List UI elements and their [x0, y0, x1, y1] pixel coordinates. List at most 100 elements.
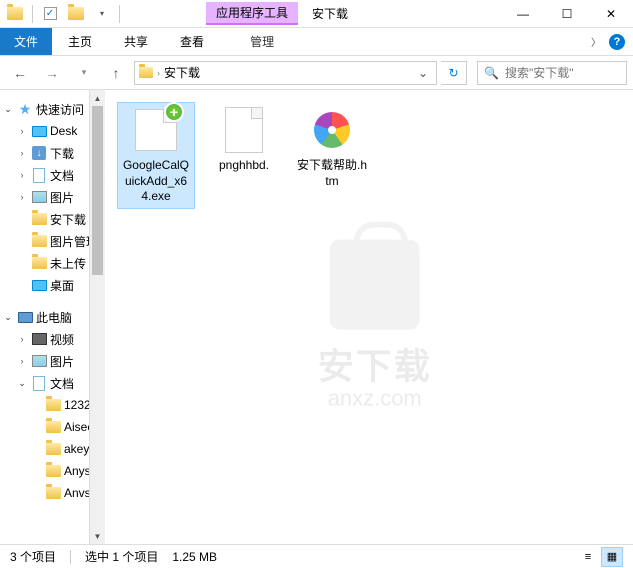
folder-icon [44, 397, 62, 413]
status-size: 1.25 MB [172, 550, 217, 564]
picture-icon [30, 353, 48, 369]
folder-icon [44, 485, 62, 501]
view-tab[interactable]: 查看 [164, 28, 220, 55]
tree-label: Desk [50, 124, 77, 138]
expand-icon[interactable]: › [16, 170, 28, 180]
close-button[interactable]: ✕ [589, 0, 633, 28]
expand-icon[interactable]: › [16, 356, 28, 366]
icons-view-button[interactable]: ▦ [601, 547, 623, 567]
document-icon [30, 167, 48, 183]
scroll-thumb[interactable] [92, 106, 103, 275]
expand-icon[interactable]: › [16, 126, 28, 136]
scroll-track[interactable] [90, 106, 105, 528]
history-dropdown[interactable]: ▾ [70, 59, 98, 87]
back-button[interactable]: ← [6, 59, 34, 87]
status-separator [70, 550, 71, 564]
manage-tab[interactable]: 管理 [234, 28, 290, 55]
content-area[interactable]: 安下载 anxz.com + GoogleCalQuickAdd_x64.exe… [105, 90, 633, 544]
chevron-right-icon: › [157, 68, 160, 78]
home-tab[interactable]: 主页 [52, 28, 108, 55]
help-icon[interactable]: ? [609, 34, 625, 50]
tree-label: 快速访问 [36, 101, 84, 118]
nav-scrollbar[interactable]: ▲ ▼ [89, 90, 105, 544]
star-icon: ★ [16, 101, 34, 117]
qat-dropdown[interactable]: ▾ [91, 3, 113, 25]
qat-separator-2 [119, 5, 120, 23]
file-tab[interactable]: 文件 [0, 28, 52, 55]
desktop-icon [30, 277, 48, 293]
qat-separator [32, 5, 33, 23]
expand-icon[interactable]: › [16, 334, 28, 344]
view-switcher: ≡ ▦ [577, 547, 623, 567]
addr-location[interactable]: 安下载 [164, 64, 200, 81]
up-button[interactable]: ↑ [102, 59, 130, 87]
items-grid: + GoogleCalQuickAdd_x64.exe pnghhbd. 安下载… [117, 102, 621, 209]
file-item-exe[interactable]: + GoogleCalQuickAdd_x64.exe [117, 102, 195, 209]
plus-badge-icon: + [164, 102, 184, 122]
addr-dropdown-icon[interactable]: ⌄ [414, 66, 432, 80]
file-item-blank[interactable]: pnghhbd. [205, 102, 283, 209]
picture-icon [30, 189, 48, 205]
maximize-button[interactable]: ☐ [545, 0, 589, 28]
collapse-ribbon-icon[interactable]: 〉 [591, 34, 601, 49]
search-box[interactable]: 🔍 [477, 61, 627, 85]
tree-label: 此电脑 [36, 309, 72, 326]
status-selection: 选中 1 个项目 [85, 548, 158, 565]
download-icon: ↓ [30, 145, 48, 161]
folder-icon [44, 441, 62, 457]
refresh-button[interactable]: ↻ [441, 61, 467, 85]
address-bar[interactable]: › 安下载 ⌄ [134, 61, 437, 85]
forward-button[interactable]: → [38, 59, 66, 87]
quick-access-toolbar: ✓ ▾ [0, 3, 126, 25]
expand-icon[interactable]: › [16, 148, 28, 158]
ribbon-context-tab[interactable]: 应用程序工具 [206, 2, 298, 25]
statusbar: 3 个项目 选中 1 个项目 1.25 MB ≡ ▦ [0, 544, 633, 568]
file-label: pnghhbd. [219, 158, 269, 174]
tree-label: 视频 [50, 331, 74, 348]
exe-icon: + [132, 106, 180, 154]
expand-icon[interactable]: ⌄ [2, 312, 14, 323]
ribbon-tabs: 文件 主页 共享 查看 管理 〉 ? [0, 28, 633, 56]
titlebar: ✓ ▾ 应用程序工具 安下载 — ☐ ✕ [0, 0, 633, 28]
nav-toolbar: ← → ▾ ↑ › 安下载 ⌄ ↻ 🔍 [0, 56, 633, 90]
watermark: 安下载 anxz.com [318, 240, 432, 412]
tree-label: 图片 [50, 353, 74, 370]
folder-icon [30, 255, 48, 271]
properties-checkbox[interactable]: ✓ [39, 3, 61, 25]
status-item-count: 3 个项目 [10, 548, 56, 565]
blank-file-icon [220, 106, 268, 154]
tree-label: 桌面 [50, 277, 74, 294]
scroll-down-icon[interactable]: ▼ [90, 528, 105, 544]
expand-icon[interactable]: › [16, 192, 28, 202]
desktop-icon [30, 123, 48, 139]
expand-icon[interactable]: ⌄ [16, 378, 28, 389]
share-tab[interactable]: 共享 [108, 28, 164, 55]
details-view-button[interactable]: ≡ [577, 547, 599, 567]
tree-label: 图片 [50, 189, 74, 206]
addr-folder-icon [139, 67, 153, 78]
tree-label: 安下载 [50, 211, 86, 228]
folder-icon [4, 3, 26, 25]
file-item-htm[interactable]: 安下载帮助.htm [293, 102, 371, 209]
folder-icon [44, 419, 62, 435]
pc-icon [16, 309, 34, 325]
minimize-button[interactable]: — [501, 0, 545, 28]
expand-icon[interactable]: ⌄ [2, 104, 14, 115]
folder-icon [44, 463, 62, 479]
folder-icon [30, 233, 48, 249]
file-label: 安下载帮助.htm [297, 158, 367, 189]
folder-icon [30, 211, 48, 227]
folder-icon-2 [65, 3, 87, 25]
window-title: 安下载 [298, 5, 362, 22]
scroll-up-icon[interactable]: ▲ [90, 90, 105, 106]
search-input[interactable] [505, 66, 605, 80]
tree-label: 未上传 [50, 255, 86, 272]
window-controls: — ☐ ✕ [501, 0, 633, 28]
file-label: GoogleCalQuickAdd_x64.exe [121, 158, 191, 205]
tree-label: 下载 [50, 145, 74, 162]
document-icon [30, 375, 48, 391]
htm-icon [308, 106, 356, 154]
explorer-body: ⌄ ★ 快速访问 › Desk › ↓ 下载 › 文档 › 图片 › 安下载 [0, 90, 633, 544]
tree-label: 文档 [50, 167, 74, 184]
video-icon [30, 331, 48, 347]
